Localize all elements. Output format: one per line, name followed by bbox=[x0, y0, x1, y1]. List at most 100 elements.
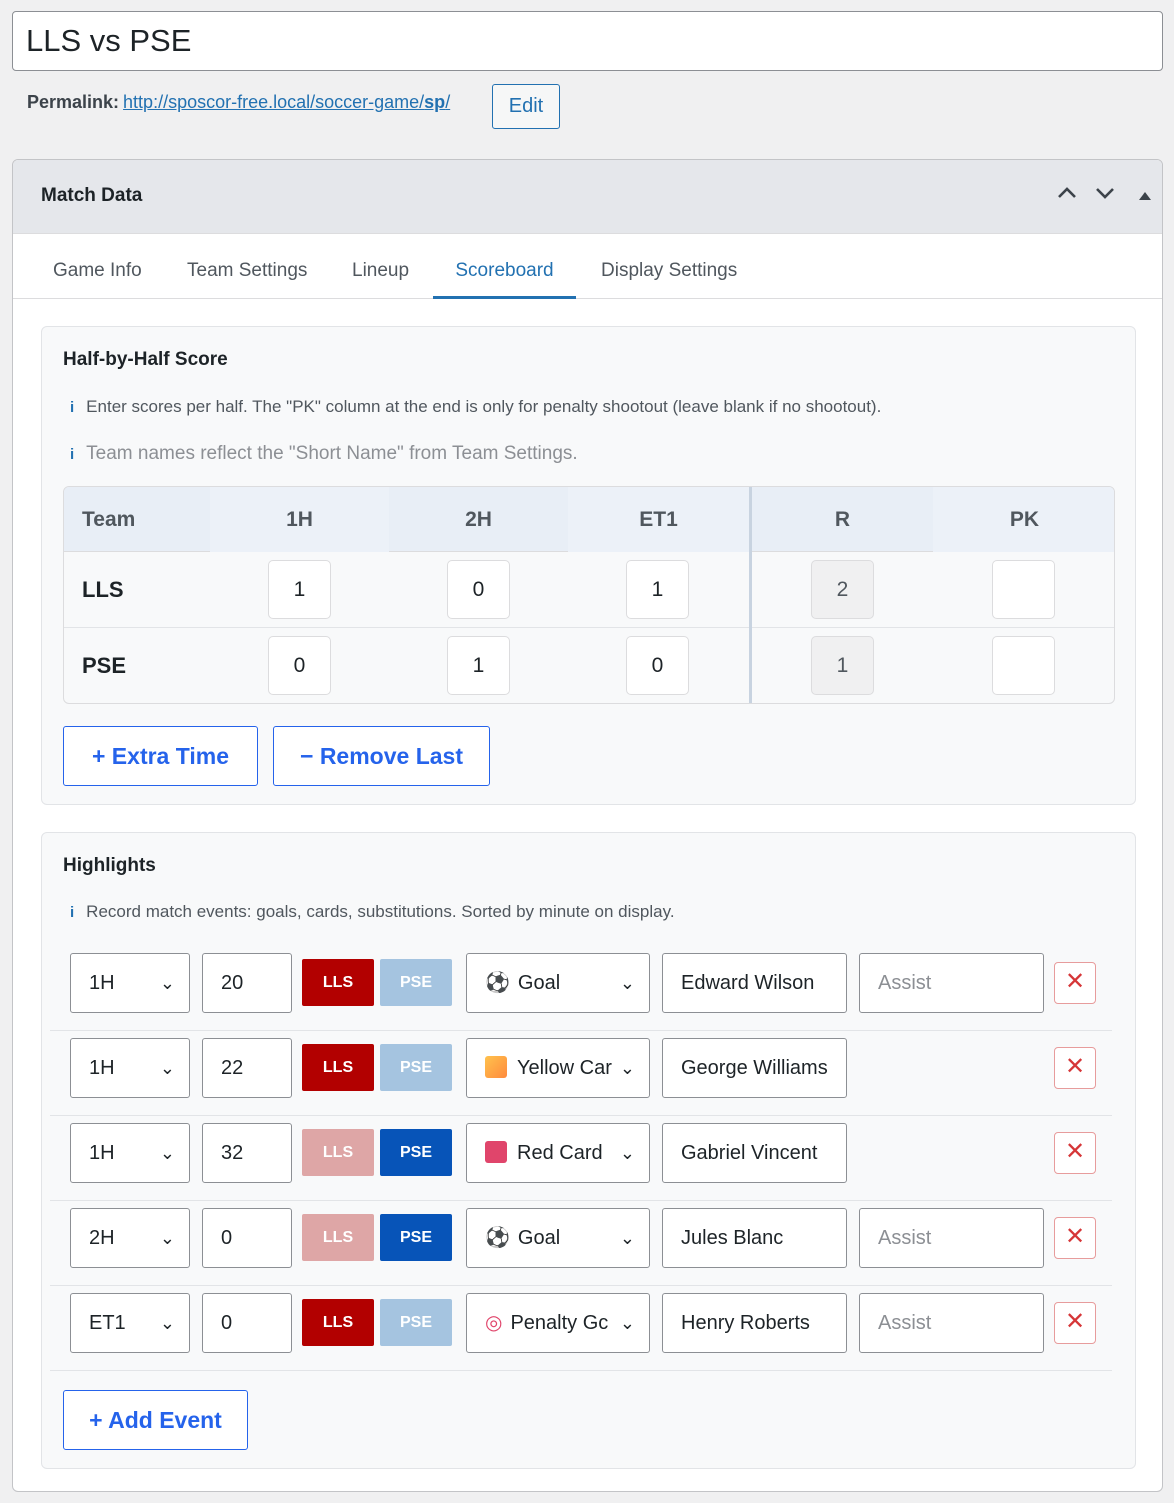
close-icon: ✕ bbox=[1064, 1308, 1086, 1335]
minute-input[interactable]: 32 bbox=[202, 1123, 292, 1183]
team-pse-button[interactable]: PSE bbox=[380, 1044, 452, 1091]
soccer-ball-icon: ⚽ bbox=[485, 1226, 510, 1249]
event-type-select[interactable]: Yellow Car ⌄ bbox=[466, 1038, 650, 1098]
delete-event-button[interactable]: ✕ bbox=[1054, 1217, 1096, 1259]
event-row: 1H ⌄ 20 LLS PSE ⚽ Goal ⌄ Edward Wilson Assi… bbox=[50, 946, 1112, 1031]
team-pse-button[interactable]: PSE bbox=[380, 959, 452, 1006]
team-pse-button[interactable]: PSE bbox=[380, 1299, 452, 1346]
tab-game-info[interactable]: Game Info bbox=[33, 234, 162, 299]
match-data-metabox: Match Data Game Info Team Settings Lineu… bbox=[12, 159, 1163, 1492]
team-lls-button[interactable]: LLS bbox=[302, 1044, 374, 1091]
event-row: 1H ⌄ 32 LLS PSE Red Card ⌄ Gabriel Vincent… bbox=[50, 1116, 1112, 1201]
player-input[interactable]: Henry Roberts bbox=[662, 1293, 847, 1353]
player-input[interactable]: Edward Wilson bbox=[662, 953, 847, 1013]
score-info-1: i Enter scores per half. The "PK" column … bbox=[70, 397, 882, 416]
tab-scoreboard[interactable]: Scoreboard bbox=[433, 234, 576, 299]
minute-input[interactable]: 0 bbox=[202, 1293, 292, 1353]
team-lls-button[interactable]: LLS bbox=[302, 1214, 374, 1261]
score-input-et1[interactable]: 0 bbox=[626, 636, 689, 695]
highlights-panel: Highlights i Record match events: goals, … bbox=[41, 832, 1136, 1469]
score-input-2h[interactable]: 0 bbox=[447, 560, 510, 619]
score-row: PSE 0 1 0 1 bbox=[64, 628, 1114, 703]
tab-lineup[interactable]: Lineup bbox=[332, 234, 429, 299]
event-row: 1H ⌄ 22 LLS PSE Yellow Car ⌄ George Willia… bbox=[50, 1031, 1112, 1116]
event-type-select[interactable]: ⚽ Goal ⌄ bbox=[466, 953, 650, 1013]
score-input-et1[interactable]: 1 bbox=[626, 560, 689, 619]
highlights-info: i Record match events: goals, cards, subs… bbox=[70, 902, 675, 921]
col-et1: ET1 bbox=[568, 487, 749, 552]
score-panel: Half-by-Half Score i Enter scores per hal… bbox=[41, 326, 1136, 805]
chevron-down-icon: ⌄ bbox=[159, 1313, 175, 1333]
period-select[interactable]: 1H ⌄ bbox=[70, 953, 190, 1013]
delete-event-button[interactable]: ✕ bbox=[1054, 1132, 1096, 1174]
col-2h: 2H bbox=[465, 508, 492, 531]
team-pse-button[interactable]: PSE bbox=[380, 1129, 452, 1176]
player-input[interactable]: Gabriel Vincent bbox=[662, 1123, 847, 1183]
minute-input[interactable]: 20 bbox=[202, 953, 292, 1013]
soccer-ball-icon: ⚽ bbox=[485, 971, 510, 994]
minute-input[interactable]: 22 bbox=[202, 1038, 292, 1098]
col-team: Team bbox=[82, 508, 136, 531]
metabox-tabs: Game Info Team Settings Lineup Scoreboar… bbox=[13, 234, 1162, 299]
highlights-title: Highlights bbox=[63, 855, 156, 876]
delete-event-button[interactable]: ✕ bbox=[1054, 962, 1096, 1004]
score-total: 1 bbox=[811, 636, 874, 695]
player-input[interactable]: George Williams bbox=[662, 1038, 847, 1098]
score-input-2h[interactable]: 1 bbox=[447, 636, 510, 695]
col-r: R bbox=[834, 508, 851, 531]
assist-input[interactable]: Assist bbox=[859, 1293, 1044, 1353]
chevron-down-icon: ⌄ bbox=[619, 973, 635, 993]
event-type-select[interactable]: Red Card ⌄ bbox=[466, 1123, 650, 1183]
chevron-down-icon: ⌄ bbox=[619, 1228, 635, 1248]
event-type-select[interactable]: ⚽ Goal ⌄ bbox=[466, 1208, 650, 1268]
metabox-header: Match Data bbox=[13, 160, 1162, 234]
delete-event-button[interactable]: ✕ bbox=[1054, 1302, 1096, 1344]
score-input-pk[interactable] bbox=[992, 636, 1055, 695]
minute-input[interactable]: 0 bbox=[202, 1208, 292, 1268]
post-title-input[interactable]: LLS vs PSE bbox=[12, 11, 1163, 71]
team-pse-button[interactable]: PSE bbox=[380, 1214, 452, 1261]
permalink-label: Permalink: bbox=[27, 92, 120, 112]
collapse-toggle-icon[interactable] bbox=[1130, 182, 1160, 212]
period-select[interactable]: 1H ⌄ bbox=[70, 1123, 190, 1183]
team-lls-button[interactable]: LLS bbox=[302, 1129, 374, 1176]
permalink-link[interactable]: http://sposcor-free.local/soccer-game/sp… bbox=[123, 92, 450, 112]
player-input[interactable]: Jules Blanc bbox=[662, 1208, 847, 1268]
tab-display-settings[interactable]: Display Settings bbox=[581, 234, 757, 299]
edit-permalink-button[interactable]: Edit bbox=[492, 84, 560, 129]
score-info-2: i Team names reflect the "Short Name" fro… bbox=[70, 443, 578, 464]
chevron-down-icon: ⌄ bbox=[619, 1313, 635, 1333]
close-icon: ✕ bbox=[1064, 1053, 1086, 1080]
period-select[interactable]: 1H ⌄ bbox=[70, 1038, 190, 1098]
assist-input[interactable]: Assist bbox=[859, 953, 1044, 1013]
col-1h: 1H bbox=[210, 487, 389, 552]
period-select[interactable]: 2H ⌄ bbox=[70, 1208, 190, 1268]
team-lls-button[interactable]: LLS bbox=[302, 1299, 374, 1346]
close-icon: ✕ bbox=[1064, 968, 1086, 995]
period-select[interactable]: ET1 ⌄ bbox=[70, 1293, 190, 1353]
score-input-pk[interactable] bbox=[992, 560, 1055, 619]
score-table-header: Team 1H 2H ET1 R PK bbox=[64, 487, 1114, 552]
move-down-icon[interactable] bbox=[1090, 182, 1120, 212]
team-name: PSE bbox=[82, 653, 127, 678]
chevron-down-icon: ⌄ bbox=[159, 1228, 175, 1248]
chevron-down-icon: ⌄ bbox=[619, 1143, 635, 1163]
delete-event-button[interactable]: ✕ bbox=[1054, 1047, 1096, 1089]
team-name: LLS bbox=[82, 577, 124, 602]
close-icon: ✕ bbox=[1064, 1138, 1086, 1165]
score-input-1h[interactable]: 0 bbox=[268, 636, 331, 695]
assist-input[interactable]: Assist bbox=[859, 1208, 1044, 1268]
score-input-1h[interactable]: 1 bbox=[268, 560, 331, 619]
add-event-button[interactable]: + Add Event bbox=[63, 1390, 248, 1450]
tab-team-settings[interactable]: Team Settings bbox=[167, 234, 327, 299]
event-row: 2H ⌄ 0 LLS PSE ⚽ Goal ⌄ Jules Blanc Assist … bbox=[50, 1201, 1112, 1286]
add-extra-time-button[interactable]: + Extra Time bbox=[63, 726, 258, 786]
info-icon: i bbox=[70, 399, 75, 416]
move-up-icon[interactable] bbox=[1052, 182, 1082, 212]
team-lls-button[interactable]: LLS bbox=[302, 959, 374, 1006]
event-type-select[interactable]: ◎ Penalty Gc ⌄ bbox=[466, 1293, 650, 1353]
event-row: ET1 ⌄ 0 LLS PSE ◎ Penalty Gc ⌄ Henry Robert… bbox=[50, 1286, 1112, 1371]
chevron-down-icon: ⌄ bbox=[159, 1143, 175, 1163]
info-icon: i bbox=[70, 446, 75, 463]
remove-last-button[interactable]: − Remove Last bbox=[273, 726, 490, 786]
